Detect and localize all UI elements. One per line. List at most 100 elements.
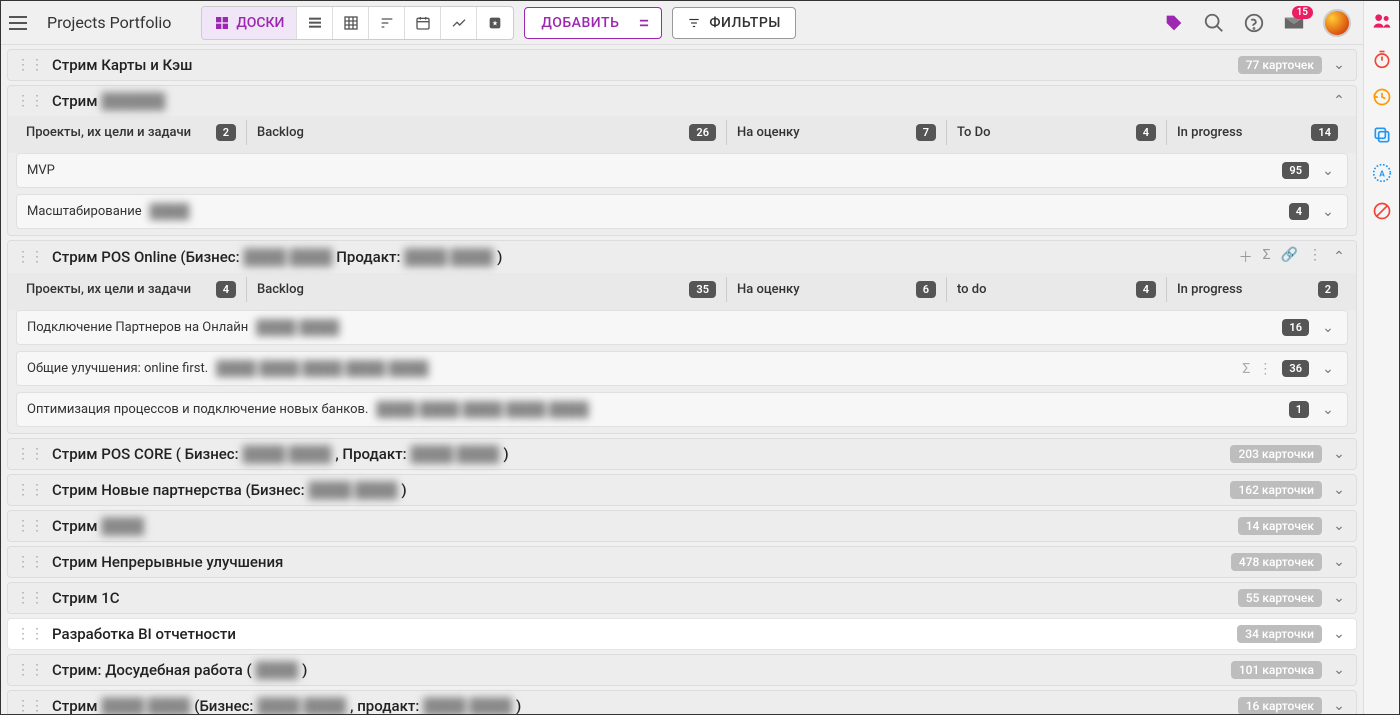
chevron-icon[interactable]: ⌄ — [1330, 662, 1348, 678]
chevron-icon[interactable]: ⌄ — [1330, 57, 1348, 73]
block-icon[interactable] — [1372, 201, 1392, 221]
column-header[interactable]: to do4 — [946, 277, 1166, 302]
menu-icon[interactable] — [9, 11, 33, 35]
chevron-down-icon[interactable]: ⌄ — [1319, 320, 1337, 336]
notifications-badge: 15 — [1292, 6, 1313, 19]
sub-row[interactable]: Масштабирование████4⌄ — [16, 194, 1348, 229]
copy-icon[interactable] — [1372, 125, 1392, 145]
column-header[interactable]: Проекты, их цели и задачи4 — [16, 277, 246, 302]
view-calendar-icon[interactable] — [405, 7, 441, 39]
view-chart-icon[interactable] — [441, 7, 477, 39]
column-header[interactable]: In progress 14 — [1166, 120, 1348, 145]
view-boards[interactable]: ДОСКИ — [202, 7, 297, 39]
stream-header[interactable]: ⋮⋮ Стрим Непрерывные улучшения 478 карточе… — [8, 547, 1356, 577]
notifications-icon[interactable]: 15 — [1283, 12, 1305, 34]
drag-handle-icon[interactable]: ⋮⋮ — [16, 446, 44, 462]
sub-row[interactable]: MVP95⌄ — [16, 153, 1348, 188]
view-favorite-icon[interactable] — [477, 7, 513, 39]
stream-title: Стрим Новые партнерства (Бизнес: ████ ██… — [52, 481, 407, 499]
chevron-down-icon[interactable]: ⌄ — [1319, 163, 1337, 179]
drag-handle-icon[interactable]: ⋮⋮ — [16, 662, 44, 678]
chevron-icon[interactable]: ⌄ — [1330, 518, 1348, 534]
column-header[interactable]: Проекты, их цели и задачи2 — [16, 120, 246, 145]
view-grid-icon[interactable] — [333, 7, 369, 39]
sum-icon[interactable]: Σ — [1263, 247, 1271, 267]
stream-header[interactable]: ⋮⋮Стрим████14 карточек⌄ — [8, 511, 1356, 541]
stream-header[interactable]: ⋮⋮Стрим██████⌃ — [8, 86, 1356, 116]
stream-header[interactable]: ⋮⋮Разработка BI отчетности34 карточки⌄ — [8, 619, 1356, 649]
drag-handle-icon[interactable]: ⋮⋮ — [16, 590, 44, 606]
stream-header[interactable]: ⋮⋮Стрим POS Online (Бизнес: ████ ████ Пр… — [8, 241, 1356, 273]
sub-row[interactable]: Общие улучшения: online first.████ ████ … — [16, 351, 1348, 386]
drag-handle-icon[interactable]: ⋮⋮ — [16, 626, 44, 642]
stream-title: Стрим ████ ████ (Бизнес: ████ ████, прод… — [52, 697, 521, 714]
drag-handle-icon[interactable]: ⋮⋮ — [16, 554, 44, 570]
column-header[interactable]: To Do4 — [946, 120, 1166, 145]
view-switcher: ДОСКИ — [201, 6, 514, 40]
drag-handle-icon[interactable]: ⋮⋮ — [16, 482, 44, 498]
stopwatch-icon[interactable] — [1372, 49, 1392, 69]
stream-row: ⋮⋮Разработка BI отчетности34 карточки⌄ — [7, 618, 1357, 650]
view-list-icon[interactable] — [297, 7, 333, 39]
filters-button[interactable]: ФИЛЬТРЫ — [672, 7, 796, 39]
column-name: to do — [957, 282, 987, 297]
drag-handle-icon[interactable]: ⋮⋮ — [16, 518, 44, 534]
chevron-icon[interactable]: ⌃ — [1330, 93, 1348, 109]
column-name: In progress — [1177, 125, 1242, 140]
stream-title: Стрим 1С — [52, 589, 120, 607]
sum-icon[interactable]: Σ — [1242, 361, 1250, 377]
tag-icon[interactable] — [1163, 12, 1185, 34]
drag-handle-icon[interactable]: ⋮⋮ — [16, 57, 44, 73]
drag-handle-icon[interactable]: ⋮⋮ — [16, 249, 44, 265]
chevron-icon[interactable]: ⌄ — [1330, 554, 1348, 570]
add-icon[interactable]: ＋ — [1239, 247, 1253, 267]
stream-actions: 478 карточек⌄ — [1231, 553, 1348, 571]
people-icon[interactable] — [1372, 11, 1392, 31]
stream-header[interactable]: ⋮⋮Стрим: Досудебная работа (████)101 кар… — [8, 655, 1356, 685]
add-more-icon[interactable] — [626, 7, 662, 39]
stream-header[interactable]: ⋮⋮ Стрим POS CORE ( Бизнес: ████ ████, Пр… — [8, 439, 1356, 469]
stream-actions: 101 карточка⌄ — [1231, 661, 1348, 679]
chevron-icon[interactable]: ⌃ — [1330, 249, 1348, 265]
chevron-down-icon[interactable]: ⌄ — [1319, 361, 1337, 377]
settings-a-icon[interactable]: A — [1372, 163, 1392, 183]
column-header[interactable]: Backlog35 — [246, 277, 726, 302]
sub-title: Подключение Партнеров на Онлайн — [27, 320, 248, 335]
drag-handle-icon[interactable]: ⋮⋮ — [16, 93, 44, 109]
sub-row[interactable]: Оптимизация процессов и подключение новы… — [16, 392, 1348, 427]
avatar[interactable] — [1323, 9, 1351, 37]
stream-header[interactable]: ⋮⋮ Стрим Новые партнерства (Бизнес: ████ … — [8, 475, 1356, 505]
column-name: Проекты, их цели и задачи — [26, 125, 191, 140]
stream-row: ⋮⋮Стрим POS Online (Бизнес: ████ ████ Пр… — [7, 240, 1357, 434]
stream-header[interactable]: ⋮⋮ Стрим ████ ████ (Бизнес: ████ ████, пр… — [8, 691, 1356, 714]
stream-header[interactable]: ⋮⋮Стрим 1С55 карточек⌄ — [8, 583, 1356, 613]
drag-handle-icon[interactable]: ⋮⋮ — [16, 698, 44, 714]
search-icon[interactable] — [1203, 12, 1225, 34]
chevron-icon[interactable]: ⌄ — [1330, 446, 1348, 462]
sub-title: Масштабирование — [27, 204, 142, 219]
add-button[interactable]: ДОБАВИТЬ — [524, 7, 636, 39]
link-icon[interactable]: 🔗 — [1281, 247, 1298, 267]
stream-title: Стрим Непрерывные улучшения — [52, 553, 283, 571]
chevron-icon[interactable]: ⌄ — [1330, 698, 1348, 714]
sub-row[interactable]: Подключение Партнеров на Онлайн████ ████… — [16, 310, 1348, 345]
stream-header[interactable]: ⋮⋮Стрим Карты и Кэш77 карточек⌄ — [8, 50, 1356, 80]
column-header[interactable]: На оценку7 — [726, 120, 946, 145]
chevron-icon[interactable]: ⌄ — [1330, 590, 1348, 606]
column-badge: 14 — [1311, 124, 1338, 141]
more-icon[interactable]: ⋮ — [1258, 361, 1272, 377]
chevron-icon[interactable]: ⌄ — [1330, 482, 1348, 498]
more-icon[interactable]: ⋮ — [1308, 247, 1322, 267]
chevron-down-icon[interactable]: ⌄ — [1319, 204, 1337, 220]
column-header[interactable]: In progress2 — [1166, 277, 1348, 302]
help-icon[interactable] — [1243, 12, 1265, 34]
history-icon[interactable] — [1372, 87, 1392, 107]
view-sort-icon[interactable] — [369, 7, 405, 39]
chevron-down-icon[interactable]: ⌄ — [1319, 402, 1337, 418]
column-header[interactable]: Backlog26 — [246, 120, 726, 145]
stream-title: Стрим POS CORE ( Бизнес: ████ ████, Прод… — [52, 445, 509, 463]
chevron-icon[interactable]: ⌄ — [1330, 626, 1348, 642]
column-header[interactable]: На оценку6 — [726, 277, 946, 302]
streams-container: ⋮⋮Стрим Карты и Кэш77 карточек⌄ ⋮⋮Стрим██… — [1, 45, 1363, 714]
stream-row: ⋮⋮Стрим Карты и Кэш77 карточек⌄ — [7, 49, 1357, 81]
